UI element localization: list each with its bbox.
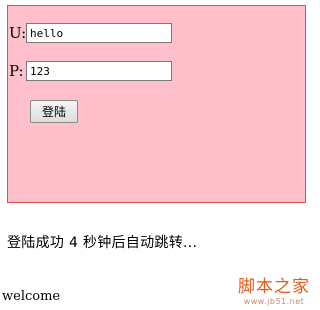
password-row: P: (8, 60, 172, 82)
watermark-url: www.jb51.net (243, 297, 305, 306)
username-label: U: (9, 24, 27, 42)
watermark-title: 脚本之家 (238, 277, 310, 297)
login-form: U: P: 登陆 (7, 5, 306, 203)
username-row: U: (8, 22, 172, 44)
site-watermark-logo: 脚本之家 www.jb51.net (236, 277, 312, 307)
welcome-text: welcome (2, 289, 61, 304)
username-input[interactable] (26, 23, 172, 43)
login-button[interactable]: 登陆 (30, 100, 78, 123)
redirect-status-message: 登陆成功 4 秒钟后自动跳转... (7, 235, 198, 251)
password-input[interactable] (26, 61, 172, 81)
password-label: P: (9, 62, 24, 80)
